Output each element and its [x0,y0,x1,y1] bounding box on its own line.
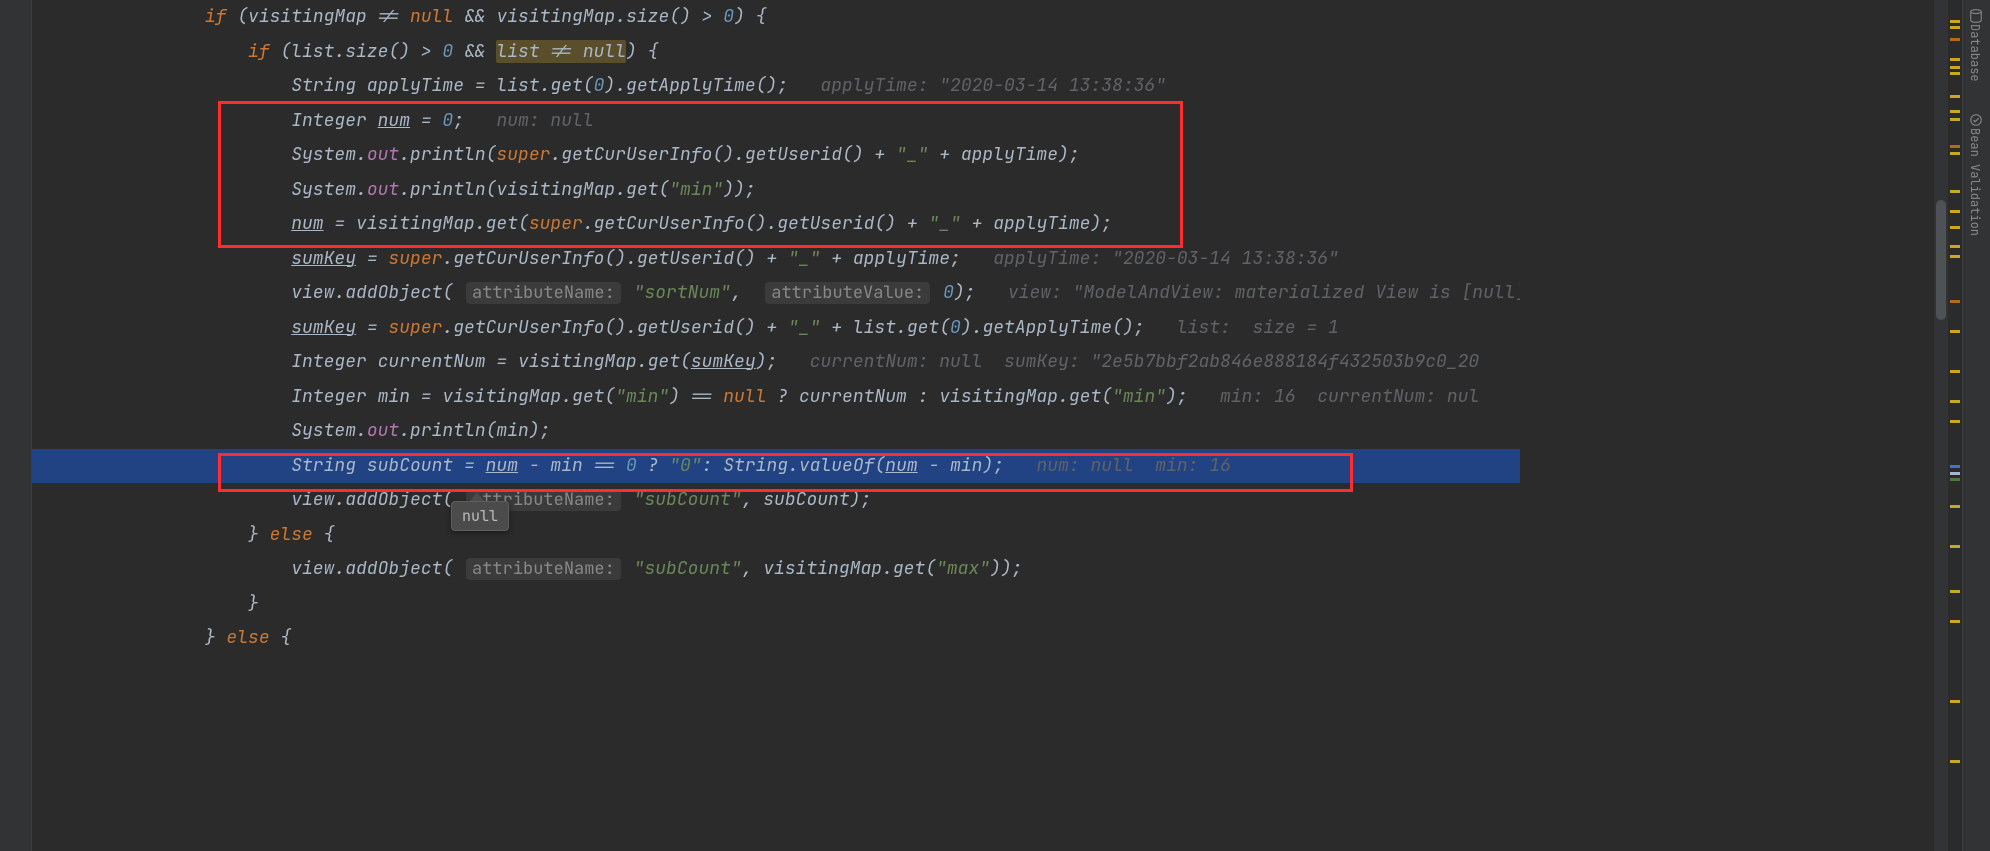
stripe-mark[interactable] [1950,95,1960,98]
stripe-mark[interactable] [1950,620,1960,623]
stripe-mark[interactable] [1950,330,1960,333]
error-stripe[interactable] [1948,0,1962,851]
stripe-mark[interactable] [1950,300,1960,303]
code-line[interactable]: if (visitingMap != null && visitingMap.s… [32,0,1520,35]
stripe-mark[interactable] [1950,255,1960,258]
stripe-mark[interactable] [1950,370,1960,373]
stripe-mark[interactable] [1950,545,1960,548]
code-line[interactable]: view.addObject( attributeName: "sortNum"… [32,276,1520,311]
stripe-mark[interactable] [1950,472,1960,475]
vertical-scrollbar[interactable] [1934,0,1948,851]
stripe-mark[interactable] [1950,145,1960,148]
code-line[interactable]: view.addObject( attributeName: "subCount… [32,552,1520,587]
stripe-mark[interactable] [1950,505,1960,508]
code-line[interactable]: String applyTime = list.get(0).getApplyT… [32,69,1520,104]
code-line[interactable]: System.out.println(super.getCurUserInfo(… [32,138,1520,173]
code-line[interactable]: num = visitingMap.get(super.getCurUserIn… [32,207,1520,242]
parameter-hint: attributeValue: [765,282,930,304]
stripe-mark[interactable] [1950,20,1960,23]
stripe-mark[interactable] [1950,590,1960,593]
stripe-mark[interactable] [1950,226,1960,229]
stripe-mark[interactable] [1950,110,1960,113]
right-tool-panel[interactable]: Database Bean Validation [1962,0,1990,851]
code-line[interactable]: } else { [32,518,1520,553]
stripe-mark[interactable] [1950,420,1960,423]
code-line[interactable]: Integer currentNum = visitingMap.get(sum… [32,345,1520,380]
code-line[interactable]: sumKey = super.getCurUserInfo().getUseri… [32,311,1520,346]
stripe-mark[interactable] [1950,118,1960,121]
code-line[interactable]: } else { [32,621,1520,656]
stripe-mark[interactable] [1950,700,1960,703]
parameter-hint: attributeName: [466,558,621,580]
code-line[interactable]: sumKey = super.getCurUserInfo().getUseri… [32,242,1520,277]
scrollbar-thumb[interactable] [1936,200,1946,320]
code-editor[interactable]: if (visitingMap != null && visitingMap.s… [0,0,1520,851]
stripe-mark[interactable] [1950,58,1960,61]
code-line[interactable]: view.addObject( attributeName: "subCount… [32,483,1520,518]
stripe-mark[interactable] [1950,26,1960,29]
stripe-mark[interactable] [1950,152,1960,155]
stripe-mark[interactable] [1950,760,1960,763]
code-line[interactable]: Integer min = visitingMap.get("min") == … [32,380,1520,415]
stripe-mark[interactable] [1950,465,1960,468]
code-line[interactable]: System.out.println(min); [32,414,1520,449]
stripe-mark[interactable] [1950,210,1960,213]
stripe-mark[interactable] [1950,478,1960,481]
stripe-mark[interactable] [1950,72,1960,75]
stripe-mark[interactable] [1950,400,1960,403]
code-line[interactable]: Integer num = 0; num: null [32,104,1520,139]
stripe-mark[interactable] [1950,190,1960,193]
code-line[interactable]: if (list.size() > 0 && list != null) { [32,35,1520,70]
stripe-mark[interactable] [1950,66,1960,69]
stripe-mark[interactable] [1950,245,1960,248]
debugger-value-tooltip: null [451,501,509,531]
parameter-hint: attributeName: [466,282,621,304]
code-lines[interactable]: if (visitingMap != null && visitingMap.s… [32,0,1520,656]
database-tab-label[interactable]: Database [1967,24,1983,82]
editor-gutter[interactable] [0,0,32,851]
bean-validation-tab-label[interactable]: Bean Validation [1967,128,1983,236]
code-line[interactable]: } [32,587,1520,622]
code-line[interactable]: String subCount = num - min == 0 ? "0": … [32,449,1520,484]
stripe-mark[interactable] [1950,38,1960,41]
tooltip-arrow [470,492,484,501]
code-line[interactable]: System.out.println(visitingMap.get("min"… [32,173,1520,208]
